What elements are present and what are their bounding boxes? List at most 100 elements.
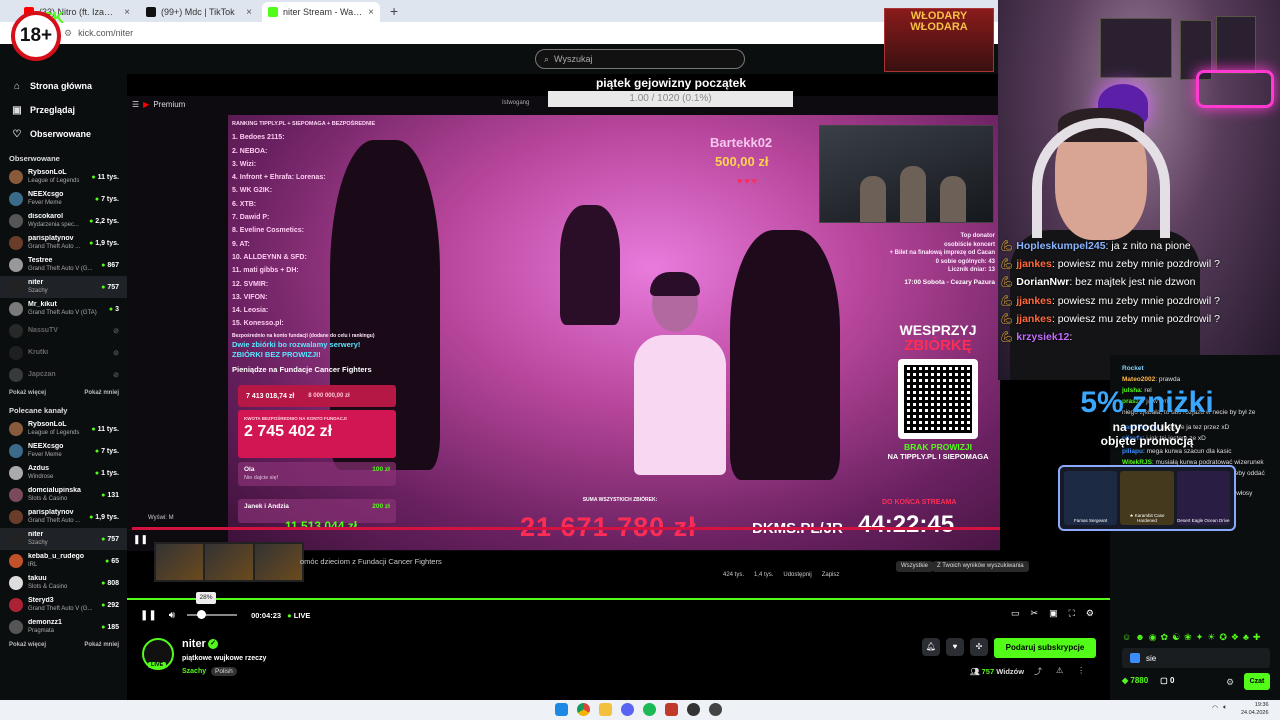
pause-icon[interactable]: ❚❚ bbox=[140, 610, 157, 621]
windows-start-icon[interactable] bbox=[555, 703, 568, 716]
channel-points[interactable]: ◆ 7880 bbox=[1122, 676, 1148, 685]
taskbar-clock[interactable]: 19:36 24.04.2026 bbox=[1241, 701, 1269, 717]
settings-icon[interactable]: ⚙ bbox=[1086, 608, 1094, 619]
volume-icon[interactable]: 🔊︎ bbox=[169, 610, 175, 621]
emote-icon[interactable]: ❖ bbox=[1231, 632, 1239, 643]
followed-show-more[interactable]: Pokaż więcej bbox=[9, 390, 46, 396]
sidebar-channel-offline[interactable]: Japczan ⊘ bbox=[0, 364, 127, 386]
more-actions-icon[interactable]: ✣ bbox=[970, 638, 988, 656]
url-text[interactable]: kick.com/niter bbox=[78, 28, 133, 38]
emote-icon[interactable]: ✦ bbox=[1196, 632, 1204, 643]
tab-close-icon[interactable]: × bbox=[368, 7, 374, 18]
nav-home[interactable]: ⌂ Strona główna bbox=[0, 74, 127, 98]
emote-picker-icon[interactable] bbox=[1130, 653, 1140, 663]
chat-input-value[interactable]: sie bbox=[1146, 654, 1156, 663]
chrome-icon[interactable] bbox=[577, 703, 590, 716]
emote-icon[interactable]: ☺ bbox=[1122, 632, 1131, 643]
menu-icon[interactable]: ☰ bbox=[132, 100, 139, 109]
sidebar-channel[interactable]: niter Szachy ● 757 bbox=[0, 528, 127, 550]
discord-icon[interactable] bbox=[621, 703, 634, 716]
follow-heart-icon[interactable]: ♥ bbox=[946, 638, 964, 656]
chat-input[interactable]: sie bbox=[1122, 648, 1270, 668]
sidebar-channel-offline[interactable]: NassuTV ⊘ bbox=[0, 320, 127, 342]
nav-following[interactable]: ♡ Obserwowane bbox=[0, 122, 127, 146]
sidebar-channel[interactable]: NEEXcsgo Fever Meme ● 7 tys. bbox=[0, 188, 127, 210]
site-info-icon[interactable]: ⚙ bbox=[64, 28, 72, 39]
yt-progress-bar[interactable] bbox=[132, 527, 1000, 530]
browser-tab[interactable]: niter Stream - Watch Live o × bbox=[262, 2, 380, 22]
volume-slider[interactable] bbox=[187, 610, 238, 619]
sidebar-channel[interactable]: RybsonLoL League of Legends ● 11 tys. bbox=[0, 166, 127, 188]
explorer-icon[interactable] bbox=[599, 703, 612, 716]
obs-icon[interactable] bbox=[687, 703, 700, 716]
emote-icon[interactable]: ✪ bbox=[1219, 632, 1227, 643]
miniplayer-icon[interactable]: ▣ bbox=[1049, 608, 1058, 619]
sidebar-channel[interactable]: domcialupinska Slots & Casino ● 131 bbox=[0, 484, 127, 506]
thumbnail-strip[interactable] bbox=[154, 542, 304, 582]
fullscreen-icon[interactable]: ⛶ bbox=[1069, 608, 1075, 619]
app-icon[interactable] bbox=[665, 703, 678, 716]
yt-pause-icon[interactable]: ❚❚ bbox=[133, 534, 148, 545]
wifi-icon[interactable]: ◠ bbox=[1212, 704, 1218, 712]
recommended-show-more[interactable]: Pokaż więcej bbox=[9, 642, 46, 648]
theater-icon[interactable]: ▭ bbox=[1011, 608, 1020, 619]
tab-close-icon[interactable]: × bbox=[124, 7, 130, 18]
followed-show-less[interactable]: Pokaż mniej bbox=[84, 390, 119, 396]
tab-close-icon[interactable]: × bbox=[246, 7, 252, 18]
live-indicator[interactable]: ● LIVE bbox=[287, 611, 310, 620]
yt-video-title[interactable]: omóc dzieciom z Fundacji Cancer Fighters bbox=[300, 557, 442, 566]
emote-icon[interactable]: ☀ bbox=[1207, 632, 1215, 643]
search-input[interactable]: ⌕ Wyszukaj bbox=[535, 49, 745, 69]
chat-send-button[interactable]: Czat bbox=[1244, 673, 1270, 690]
sidebar-channel[interactable]: parisplatynov Grand Theft Auto ... ● 1,9 t… bbox=[0, 506, 127, 528]
chat-username[interactable]: Mateo2002 bbox=[1122, 376, 1155, 383]
emote-icon[interactable]: ✚ bbox=[1253, 632, 1261, 643]
sidebar-channel[interactable]: Mr_kikut Grand Theft Auto V (GTA) ● 3 bbox=[0, 298, 127, 320]
chat-username[interactable]: Rocket bbox=[1122, 365, 1144, 372]
yt-action[interactable]: Udostępnij bbox=[783, 572, 811, 578]
kick-progress-bar[interactable] bbox=[127, 598, 1110, 600]
sound-icon[interactable]: 🔈︎ bbox=[1223, 704, 1227, 712]
sidebar-channel[interactable]: niter Szachy ● 757 bbox=[0, 276, 127, 298]
emote-icon[interactable]: ☯ bbox=[1172, 632, 1180, 643]
yt-action[interactable]: Zapisz bbox=[822, 572, 840, 578]
recommended-show-less[interactable]: Pokaż mniej bbox=[84, 642, 119, 648]
new-tab-icon[interactable]: + bbox=[384, 3, 406, 22]
sidebar-channel[interactable]: Steryd3 Grand Theft Auto V (G... ● 292 bbox=[0, 594, 127, 616]
yt-action[interactable]: 1,4 tys. bbox=[754, 572, 773, 578]
bell-icon[interactable]: 🔔︎ bbox=[922, 638, 940, 656]
nav-browse[interactable]: ▣ Przeglądaj bbox=[0, 98, 127, 122]
emote-icon[interactable]: ❀ bbox=[1184, 632, 1192, 643]
sidebar-channel[interactable]: demonzz1 Pragmata ● 185 bbox=[0, 616, 127, 638]
volume-knob[interactable] bbox=[197, 610, 207, 619]
sidebar-channel[interactable]: Azdus Windrose ● 1 tys. bbox=[0, 462, 127, 484]
sidebar-channel[interactable]: parisplatynov Grand Theft Auto ... ● 1,9 t… bbox=[0, 232, 127, 254]
language-tag[interactable]: Polish bbox=[211, 667, 237, 676]
yt-chip-search[interactable]: Z Twoich wyników wyszukiwania bbox=[932, 561, 1029, 572]
more-icon[interactable]: ⋮ bbox=[1077, 666, 1085, 677]
clip-icon[interactable]: ✂ bbox=[1031, 608, 1039, 619]
emote-icon[interactable]: ☻ bbox=[1135, 632, 1144, 643]
sidebar-channel[interactable]: kebab_u_rudego IRL ● 65 bbox=[0, 550, 127, 572]
sidebar-channel[interactable]: RybsonLoL League of Legends ● 11 tys. bbox=[0, 418, 127, 440]
stream-category[interactable]: Szachy bbox=[182, 668, 206, 675]
sidebar-channel[interactable]: discokarol Wydarzenia spec... ● 2,2 tys. bbox=[0, 210, 127, 232]
channel-name[interactable]: niter bbox=[182, 638, 206, 650]
yt-action[interactable]: 424 tys. bbox=[723, 572, 744, 578]
yt-chip-all[interactable]: Wszystkie bbox=[896, 561, 933, 572]
emote-icon[interactable]: ♣ bbox=[1243, 632, 1249, 643]
sidebar-channel-offline[interactable]: Krutki ⊘ bbox=[0, 342, 127, 364]
sidebar-channel[interactable]: NEEXcsgo Fever Meme ● 7 tys. bbox=[0, 440, 127, 462]
chat-settings-icon[interactable]: ⚙ bbox=[1226, 677, 1234, 688]
share-icon[interactable]: ⤴ bbox=[1034, 666, 1042, 677]
sidebar-channel[interactable]: takuu Slots & Casino ● 808 bbox=[0, 572, 127, 594]
report-icon[interactable]: ⚠ bbox=[1056, 666, 1063, 677]
browser-tab[interactable]: (99+) Mdc | TikTok × bbox=[140, 2, 258, 22]
emote-icon[interactable]: ◉ bbox=[1149, 632, 1157, 643]
browser-icon[interactable] bbox=[709, 703, 722, 716]
emote-icon[interactable]: ✿ bbox=[1161, 632, 1169, 643]
spotify-icon[interactable] bbox=[643, 703, 656, 716]
gift-subscription-button[interactable]: Podaruj subskrypcje bbox=[994, 638, 1096, 658]
sidebar-channel[interactable]: Testree Grand Theft Auto V (G... ● 867 bbox=[0, 254, 127, 276]
address-bar[interactable]: ⚙ kick.com/niter bbox=[0, 22, 1000, 44]
